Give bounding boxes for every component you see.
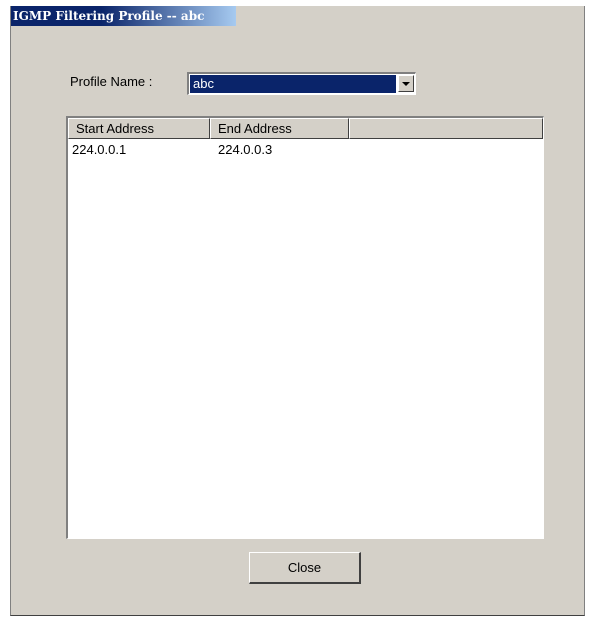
window-title: IGMP Filtering Profile -- abc xyxy=(11,6,236,26)
table-header: Start Address End Address xyxy=(68,118,543,139)
close-button[interactable]: Close xyxy=(249,552,361,584)
address-table: Start Address End Address 224.0.0.1 224.… xyxy=(66,116,544,539)
dropdown-button[interactable] xyxy=(398,75,414,92)
dialog-window: IGMP Filtering Profile -- abc Profile Na… xyxy=(10,6,585,616)
start-address-cell: 224.0.0.1 xyxy=(72,142,127,157)
profile-name-select[interactable]: abc xyxy=(187,72,416,95)
end-address-cell: 224.0.0.3 xyxy=(218,142,273,157)
profile-name-value: abc xyxy=(190,75,396,93)
column-header-empty xyxy=(349,118,543,139)
profile-name-label: Profile Name : xyxy=(70,74,153,89)
column-header-end-address[interactable]: End Address xyxy=(210,118,349,139)
chevron-down-icon xyxy=(402,82,410,86)
table-row[interactable]: 224.0.0.1 224.0.0.3 xyxy=(68,140,543,160)
column-header-start-address[interactable]: Start Address xyxy=(68,118,210,139)
